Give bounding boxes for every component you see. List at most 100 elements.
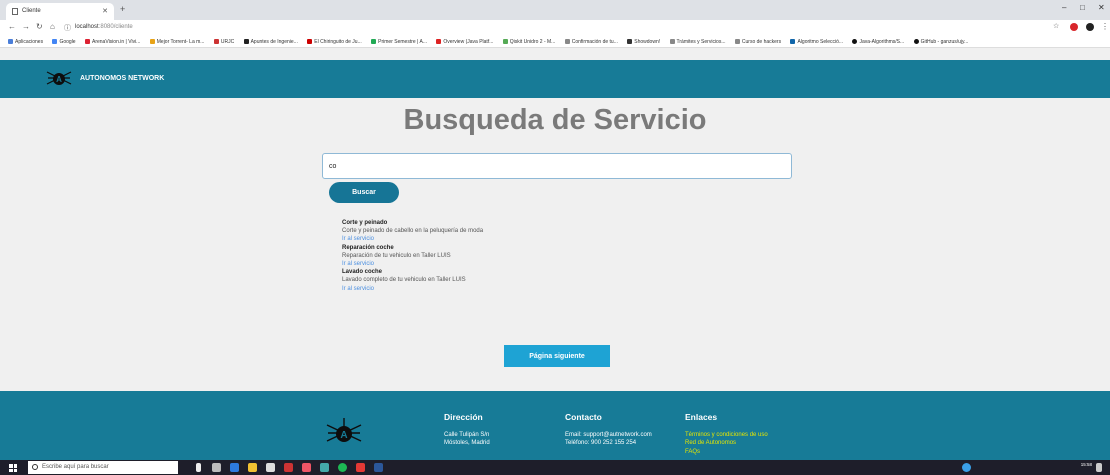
footer-heading: Enlaces: [685, 412, 718, 422]
logo-icon: A: [326, 418, 362, 442]
search-button[interactable]: Buscar: [329, 182, 399, 203]
home-icon[interactable]: ⌂: [50, 22, 55, 31]
result-description: Lavado completo de tu vehiculo en Taller…: [342, 277, 466, 284]
window-close-icon[interactable]: ✕: [1098, 3, 1105, 12]
footer-link-network[interactable]: Red de Autonomos: [685, 439, 768, 448]
store-icon[interactable]: [266, 463, 275, 472]
list-item: Corte y peinado Corte y peinado de cabel…: [342, 219, 483, 244]
footer-link-terms[interactable]: Términos y condiciones de uso: [685, 431, 768, 440]
taskbar-search-placeholder: Escribe aquí para buscar: [42, 464, 109, 470]
apps-icon: [8, 39, 13, 44]
url-host: localhost: [75, 24, 99, 30]
page-icon: [564, 39, 570, 44]
footer-address: Dirección Calle Tulipán S/n Móstoles, Ma…: [444, 413, 490, 448]
address-bar: ← → ↻ ⌂ ⓘ localhost:8080/cliente ☆ ⋮: [0, 20, 1110, 36]
extension-icon[interactable]: [1070, 23, 1078, 31]
list-item: Reparación coche Reparación de tu vehicu…: [342, 244, 483, 269]
bookmark-item[interactable]: Confirmación de tu...: [564, 39, 618, 45]
bookmark-icon: [502, 39, 508, 44]
app-icon[interactable]: [320, 463, 329, 472]
bookmark-icon: [436, 39, 442, 44]
back-icon[interactable]: ←: [8, 22, 16, 31]
notifications-icon[interactable]: [1096, 463, 1102, 472]
list-item: Lavado coche Lavado completo de tu vehic…: [342, 268, 483, 293]
site-footer: A Dirección Calle Tulipán S/n Móstoles, …: [0, 391, 1110, 460]
result-link[interactable]: Ir al servicio: [342, 235, 483, 243]
bookmark-item[interactable]: Primer Semestre | A...: [371, 39, 427, 45]
contact-phone: Teléfono: 900 252 155 254: [565, 440, 637, 446]
bookmark-item[interactable]: Qiskit Unidro 2 - M...: [502, 39, 555, 45]
microphone-icon[interactable]: [196, 463, 201, 472]
edge-icon[interactable]: [230, 463, 239, 472]
page-icon: [734, 39, 740, 44]
bookmark-item[interactable]: Curso de hackers: [734, 39, 781, 45]
result-name: Corte y peinado: [342, 220, 388, 226]
bookmark-icon: [371, 39, 377, 44]
bookmark-item[interactable]: El Chiringuito de Ju...: [307, 39, 362, 45]
app-icon[interactable]: [284, 463, 293, 472]
result-link[interactable]: Ir al servicio: [342, 260, 483, 268]
bookmark-item[interactable]: Overview (Java Platf...: [436, 39, 493, 45]
app-icon[interactable]: [356, 463, 365, 472]
result-description: Corte y peinado de cabello en la peluque…: [342, 228, 484, 235]
taskbar-clock[interactable]: 15:58: [1081, 462, 1092, 467]
minimize-icon[interactable]: –: [1062, 3, 1066, 12]
app-icon[interactable]: [302, 463, 311, 472]
brand-name[interactable]: AUTONOMOS NETWORK: [80, 75, 164, 82]
bookmarks-bar: Aplicaciones Google ArenaVision.in | Viv…: [0, 36, 1110, 48]
spotify-icon[interactable]: [338, 463, 347, 472]
bookmark-item[interactable]: GitHub - ganzus/ujy...: [913, 39, 968, 45]
taskbar-search[interactable]: Escribe aquí para buscar: [28, 461, 178, 474]
profile-icon[interactable]: [1086, 23, 1094, 31]
next-page-button[interactable]: Página siguiente: [504, 345, 610, 367]
word-icon[interactable]: [374, 463, 383, 472]
footer-heading: Contacto: [565, 412, 602, 422]
folder-icon[interactable]: [248, 463, 257, 472]
bookmark-item[interactable]: Showdown!: [627, 39, 660, 45]
forward-icon[interactable]: →: [22, 22, 30, 31]
page-icon: [669, 39, 675, 44]
windows-start-icon[interactable]: [9, 464, 17, 472]
logo-icon[interactable]: A: [46, 66, 72, 90]
result-name: Lavado coche: [342, 269, 383, 276]
bookmark-item[interactable]: Java-Algorithms/S...: [852, 39, 904, 45]
maximize-icon[interactable]: □: [1080, 3, 1085, 12]
bookmark-icon: [627, 39, 633, 44]
bookmark-icon: [307, 39, 313, 44]
menu-icon[interactable]: ⋮: [1101, 22, 1109, 31]
tray-icon[interactable]: [962, 463, 971, 472]
svg-text:A: A: [340, 430, 347, 441]
page-icon: [12, 8, 18, 15]
bookmark-icon: [243, 39, 249, 44]
result-link[interactable]: Ir al servicio: [342, 285, 483, 293]
close-icon[interactable]: ✕: [102, 7, 108, 15]
task-view-icon[interactable]: [212, 463, 221, 472]
bookmark-item[interactable]: URJC: [213, 39, 234, 45]
bookmark-item[interactable]: Algoritmo Selecció...: [790, 39, 843, 45]
browser-tab[interactable]: Cliente ✕: [6, 3, 114, 20]
footer-link-faqs[interactable]: FAQs: [685, 448, 768, 457]
footer-contact: Contacto Email: support@autnetwork.com T…: [565, 413, 652, 448]
bookmark-item[interactable]: Apuntes de Ingenie...: [243, 39, 298, 45]
info-icon[interactable]: ⓘ: [64, 23, 71, 33]
new-tab-icon[interactable]: +: [120, 4, 125, 14]
bookmark-item[interactable]: Trámites y Servicios...: [669, 39, 726, 45]
result-description: Reparación de tu vehiculo en Taller LUIS: [342, 252, 451, 259]
site-header: A AUTONOMOS NETWORK: [0, 60, 1110, 98]
bookmark-icon: [790, 39, 796, 44]
bookmark-icon: [213, 39, 219, 44]
url-field[interactable]: localhost:8080/cliente: [75, 24, 133, 30]
bookmark-item[interactable]: Aplicaciones: [8, 39, 43, 45]
tab-title: Cliente: [22, 8, 41, 14]
bookmark-icon: [84, 39, 90, 44]
bookmark-item[interactable]: Google: [52, 39, 76, 45]
bookmark-item[interactable]: ArenaVision.in | Vivi...: [84, 39, 140, 45]
result-name: Reparación coche: [342, 244, 394, 251]
reload-icon[interactable]: ↻: [36, 22, 43, 31]
github-icon: [913, 39, 919, 44]
taskbar: Escribe aquí para buscar 15:58: [0, 460, 1110, 475]
star-icon[interactable]: ☆: [1053, 22, 1059, 30]
search-input[interactable]: [322, 153, 792, 179]
bookmark-item[interactable]: Mejor Torrent- La m...: [149, 39, 204, 45]
google-icon: [52, 39, 58, 44]
